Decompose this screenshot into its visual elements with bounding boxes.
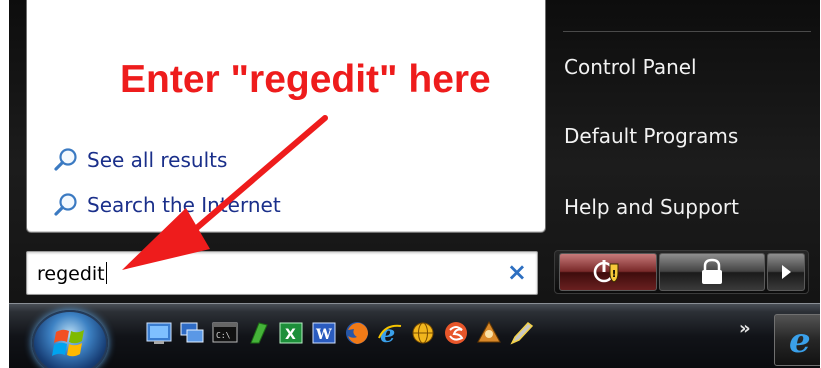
switch-windows-icon[interactable]: [177, 318, 207, 348]
taskbar: C:\ X W e » e: [9, 303, 820, 368]
svg-text:X: X: [285, 327, 296, 343]
globe-icon[interactable]: [408, 318, 438, 348]
search-input-value: regedit: [37, 262, 107, 285]
svg-text:e: e: [789, 321, 811, 360]
pen-tool-icon[interactable]: [507, 318, 537, 348]
internet-explorer-icon[interactable]: e: [375, 318, 405, 348]
magnifier-icon: [54, 193, 77, 216]
start-search-input[interactable]: regedit ×: [26, 251, 538, 295]
power-options-arrow-button[interactable]: [767, 253, 805, 291]
start-menu-screenshot: See all results Search the Internet rege…: [9, 0, 820, 368]
arrow-right-icon: [782, 265, 791, 279]
taskbar-ie-button[interactable]: e: [774, 314, 820, 366]
default-programs-link[interactable]: Default Programs: [564, 124, 738, 148]
power-button[interactable]: !: [559, 253, 657, 291]
magnifier-icon: [54, 148, 77, 171]
control-panel-link[interactable]: Control Panel: [564, 55, 697, 79]
svg-text:C:\: C:\: [216, 331, 231, 340]
internet-explorer-icon: e: [789, 321, 811, 361]
annotation-text: Enter "regedit" here: [120, 58, 491, 101]
text-caret: [105, 262, 107, 284]
svg-text:!: !: [612, 269, 617, 280]
orange-swirl-icon[interactable]: [441, 318, 471, 348]
lock-button[interactable]: [659, 253, 765, 291]
right-column-divider: [563, 31, 811, 32]
command-prompt-icon[interactable]: C:\: [210, 318, 240, 348]
clear-search-icon[interactable]: ×: [507, 258, 527, 286]
lock-icon: [702, 258, 722, 284]
quick-launch-overflow-icon[interactable]: »: [739, 318, 751, 339]
character-icon[interactable]: [474, 318, 504, 348]
word-icon[interactable]: W: [309, 318, 339, 348]
search-results-panel: See all results Search the Internet: [26, 0, 546, 233]
power-options-bar: !: [554, 250, 809, 294]
power-shield-icon: !: [593, 260, 619, 283]
start-orb-button[interactable]: [32, 310, 108, 368]
firefox-icon[interactable]: [342, 318, 372, 348]
green-app-icon[interactable]: [243, 318, 273, 348]
excel-icon[interactable]: X: [276, 318, 306, 348]
see-all-results-link[interactable]: See all results: [53, 146, 227, 174]
search-internet-label: Search the Internet: [87, 193, 281, 217]
show-desktop-icon[interactable]: [144, 318, 174, 348]
see-all-results-label: See all results: [87, 148, 228, 172]
help-and-support-link[interactable]: Help and Support: [564, 195, 739, 219]
search-internet-link[interactable]: Search the Internet: [53, 191, 281, 219]
windows-logo-icon: [52, 329, 84, 357]
svg-text:W: W: [315, 327, 332, 343]
